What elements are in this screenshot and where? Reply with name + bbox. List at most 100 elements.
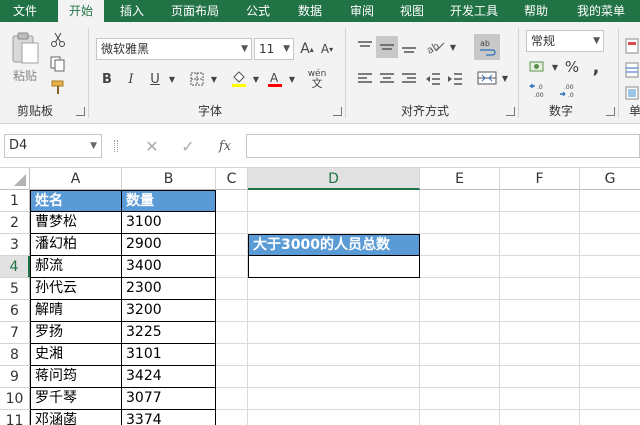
name-box[interactable]: D4 ▼ (4, 134, 102, 158)
tab-my-menu[interactable]: 我的菜单 (566, 0, 636, 22)
table-cell-quantity[interactable]: 3077 (122, 388, 216, 410)
table-cell-name[interactable]: 邓涵菡 (30, 410, 122, 425)
orientation-button[interactable]: ab (424, 36, 448, 58)
table-cell-name[interactable]: 罗千琴 (30, 388, 122, 410)
cell-styles-button[interactable] (624, 84, 640, 102)
tab-help[interactable]: 帮助 (514, 0, 558, 22)
clipboard-launcher-icon[interactable] (76, 107, 85, 116)
summary-value-cell[interactable] (248, 256, 420, 278)
table-cell-quantity[interactable]: 3374 (122, 410, 216, 425)
merge-center-button[interactable] (474, 66, 500, 90)
orientation-dropdown-arrow[interactable]: ▼ (448, 36, 458, 58)
table-cell-quantity[interactable]: 2900 (122, 234, 216, 256)
fill-color-button[interactable] (228, 68, 250, 90)
tab-developer[interactable]: 开发工具 (440, 0, 508, 22)
table-cell-name[interactable]: 孙代云 (30, 278, 122, 300)
column-header-f[interactable]: F (500, 168, 580, 190)
increase-indent-button[interactable] (444, 68, 466, 90)
underline-dropdown-arrow[interactable]: ▼ (166, 68, 178, 90)
table-cell-quantity[interactable]: 3100 (122, 212, 216, 234)
row-header-7[interactable]: 7 (0, 322, 30, 344)
phonetic-guide-button[interactable]: wén 文 (304, 66, 330, 92)
align-left-button[interactable] (354, 68, 376, 90)
bold-button[interactable]: B (96, 68, 118, 90)
row-header-8[interactable]: 8 (0, 344, 30, 366)
row-header-5[interactable]: 5 (0, 278, 30, 300)
tab-file[interactable]: 文件 (0, 0, 50, 22)
align-center-button[interactable] (376, 68, 398, 90)
paste-button[interactable] (6, 30, 44, 66)
underline-button[interactable]: U (144, 68, 166, 90)
table-cell-name[interactable]: 曹梦松 (30, 212, 122, 234)
font-size-dropdown[interactable]: 11 ▼ (254, 38, 294, 60)
format-painter-button[interactable] (46, 78, 70, 98)
row-header-6[interactable]: 6 (0, 300, 30, 322)
tab-insert[interactable]: 插入 (110, 0, 154, 22)
row-header-10[interactable]: 10 (0, 388, 30, 410)
align-right-button[interactable] (398, 68, 420, 90)
row-header-4[interactable]: 4 (0, 256, 30, 278)
column-header-c[interactable]: C (216, 168, 248, 190)
column-header-d[interactable]: D (248, 168, 420, 190)
table-cell-quantity[interactable]: 3400 (122, 256, 216, 278)
middle-align-button[interactable] (376, 36, 398, 58)
enter-button[interactable]: ✓ (176, 134, 200, 158)
table-cell-quantity[interactable]: 3101 (122, 344, 216, 366)
summary-header-cell[interactable]: 大于3000的人员总数 (248, 234, 420, 256)
accounting-format-button[interactable] (526, 56, 550, 78)
cancel-entry-button[interactable]: ✕ (140, 134, 164, 158)
conditional-formatting-button[interactable] (624, 36, 640, 56)
table-cell-quantity[interactable]: 3200 (122, 300, 216, 322)
wrap-text-button[interactable]: ab (474, 34, 500, 60)
formula-input[interactable] (246, 134, 640, 158)
name-box-dropdown-icon[interactable]: ▼ (90, 135, 97, 157)
decrease-indent-button[interactable] (422, 68, 444, 90)
border-button[interactable] (186, 68, 208, 90)
column-header-e[interactable]: E (420, 168, 500, 190)
percent-style-button[interactable]: % (562, 56, 582, 78)
tab-data[interactable]: 数据 (288, 0, 332, 22)
table-cell-name[interactable]: 罗扬 (30, 322, 122, 344)
table-cell-name[interactable]: 史湘 (30, 344, 122, 366)
table-cell-name[interactable]: 解晴 (30, 300, 122, 322)
row-header-3[interactable]: 3 (0, 234, 30, 256)
table-cell-quantity[interactable]: 3225 (122, 322, 216, 344)
format-as-table-button[interactable] (624, 60, 640, 80)
table-cell-name[interactable]: 潘幻柏 (30, 234, 122, 256)
accounting-dropdown-arrow[interactable]: ▼ (550, 56, 560, 78)
merge-dropdown-arrow[interactable]: ▼ (500, 66, 510, 90)
font-color-button[interactable]: A (264, 68, 286, 90)
column-header-b[interactable]: B (122, 168, 216, 190)
italic-button[interactable]: I (120, 68, 142, 90)
header-cell-name[interactable]: 姓名 (30, 190, 122, 212)
bottom-align-button[interactable] (398, 36, 420, 58)
font-launcher-icon[interactable] (333, 107, 342, 116)
increase-decimal-button[interactable]: .0.00 (526, 80, 554, 100)
decrease-decimal-button[interactable]: .00.0 (556, 80, 584, 100)
table-cell-quantity[interactable]: 3424 (122, 366, 216, 388)
tab-view[interactable]: 视图 (390, 0, 434, 22)
fill-color-dropdown-arrow[interactable]: ▼ (250, 68, 262, 90)
table-cell-name[interactable]: 蒋问筠 (30, 366, 122, 388)
table-cell-name[interactable]: 郝流 (30, 256, 122, 278)
row-header-1[interactable]: 1 (0, 190, 30, 212)
font-name-dropdown[interactable]: 微软雅黑 ▼ (96, 38, 252, 60)
insert-function-button[interactable]: fx (212, 134, 238, 158)
number-launcher-icon[interactable] (606, 107, 615, 116)
cut-button[interactable] (46, 30, 70, 50)
font-color-dropdown-arrow[interactable]: ▼ (286, 68, 298, 90)
header-cell-quantity[interactable]: 数量 (122, 190, 216, 212)
copy-button[interactable] (46, 54, 70, 74)
number-format-dropdown[interactable]: 常规 ▼ (526, 30, 604, 52)
table-cell-quantity[interactable]: 2300 (122, 278, 216, 300)
decrease-font-size-button[interactable]: A ▾ (318, 38, 336, 60)
row-header-11[interactable]: 11 (0, 410, 30, 425)
formula-bar-grip-icon[interactable] (114, 140, 118, 152)
comma-style-button[interactable]: , (586, 56, 606, 78)
row-header-2[interactable]: 2 (0, 212, 30, 234)
increase-font-size-button[interactable]: A ▴ (298, 38, 316, 60)
tab-home[interactable]: 开始 (58, 0, 104, 22)
column-header-a[interactable]: A (30, 168, 122, 190)
alignment-launcher-icon[interactable] (506, 107, 515, 116)
row-header-9[interactable]: 9 (0, 366, 30, 388)
